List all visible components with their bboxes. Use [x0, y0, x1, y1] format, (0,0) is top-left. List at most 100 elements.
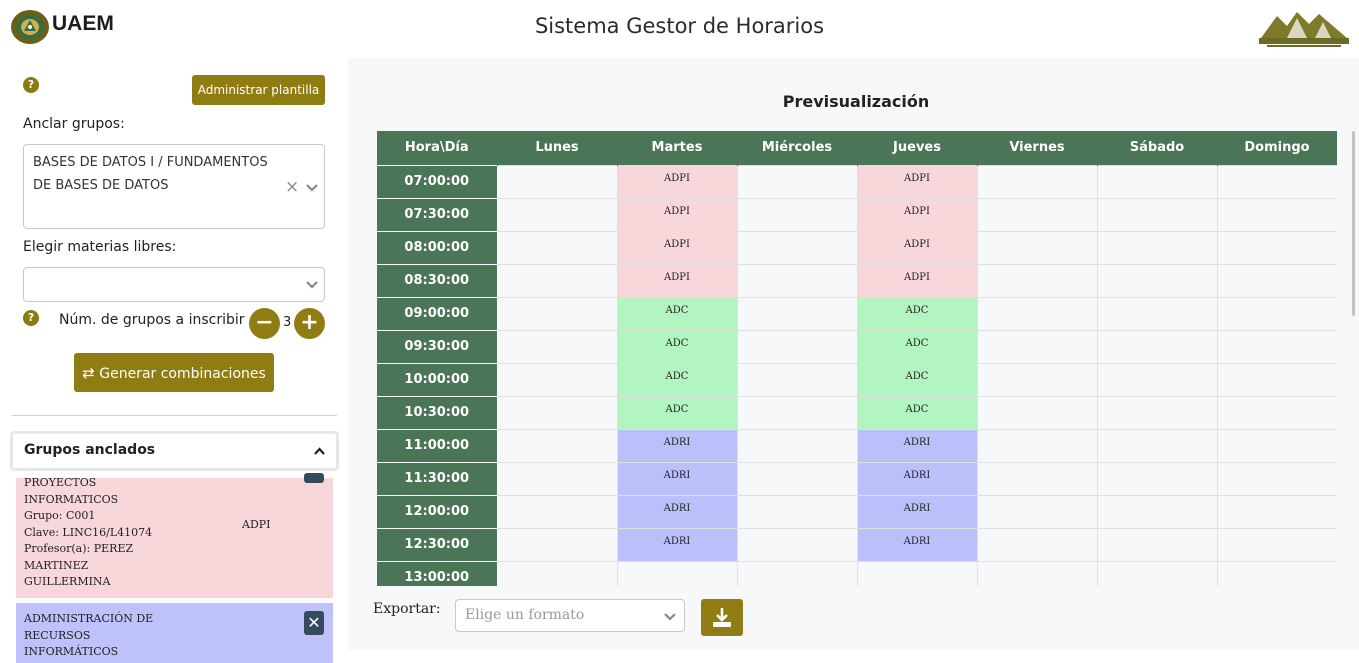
sidebar: ? Administrar plantilla Anclar grupos: B… — [0, 58, 348, 663]
shuffle-icon: ⇄ — [82, 363, 95, 382]
schedule-cell: ADRI — [616, 428, 738, 463]
help-icon[interactable]: ? — [23, 77, 39, 93]
anchor-groups-label: Anclar grupos: — [23, 116, 125, 132]
table-row: 10:00:00 ADC ADC — [377, 362, 1337, 397]
anchored-groups-header[interactable]: Grupos anclados — [10, 431, 339, 471]
anchor-groups-select[interactable]: BASES DE DATOS I / FUNDAMENTOS DE BASES … — [23, 144, 325, 229]
schedule-cell — [976, 164, 1098, 199]
table-row: 11:00:00 ADRI ADRI — [377, 428, 1337, 463]
schedule-cell — [496, 494, 618, 529]
column-header: Miércoles — [737, 131, 858, 165]
schedule-cell — [736, 197, 858, 232]
selected-group-value: BASES DE DATOS I / FUNDAMENTOS DE BASES … — [33, 155, 268, 193]
table-row: 11:30:00 ADRI ADRI — [377, 461, 1337, 496]
schedule-cell — [1216, 428, 1337, 463]
schedule-cell: ADC — [856, 395, 978, 430]
schedule-cell — [1096, 428, 1218, 463]
decrement-button[interactable]: − — [249, 308, 280, 339]
schedule-cell — [1096, 329, 1218, 364]
generate-combinations-button[interactable]: ⇄ Generar combinaciones — [74, 353, 274, 392]
page-title: Sistema Gestor de Horarios — [534, 14, 825, 38]
schedule-cell — [1216, 494, 1337, 529]
table-row: 07:30:00 ADPI ADPI — [377, 197, 1337, 232]
anchored-group-card: PROYECTOS INFORMATICOS Grupo: C001 Clave… — [16, 473, 333, 598]
time-cell: 11:00:00 — [377, 428, 498, 463]
schedule-cell — [496, 296, 618, 331]
export-format-select[interactable]: Elige un formato — [455, 599, 685, 632]
time-cell: 12:00:00 — [377, 494, 498, 529]
schedule-cell — [976, 362, 1098, 397]
chevron-up-icon[interactable] — [313, 445, 326, 458]
schedule-cell — [1216, 197, 1337, 232]
schedule-cell — [1216, 395, 1337, 430]
schedule-cell: ADPI — [616, 230, 738, 265]
clear-icon[interactable]: × — [285, 177, 299, 197]
time-cell: 07:00:00 — [377, 164, 498, 199]
time-cell: 10:00:00 — [377, 362, 498, 397]
schedule-cell — [496, 560, 618, 586]
time-cell: 08:30:00 — [377, 263, 498, 298]
table-scrollbar[interactable] — [1352, 131, 1355, 316]
table-row: 07:00:00 ADPI ADPI — [377, 164, 1337, 199]
schedule-cell — [736, 230, 858, 265]
schedule-cell — [976, 395, 1098, 430]
schedule-cell — [976, 428, 1098, 463]
table-header-row: Hora\Día Lunes Martes Miércoles Jueves V… — [377, 131, 1337, 165]
schedule-cell — [736, 395, 858, 430]
schedule-cell — [1216, 362, 1337, 397]
download-button[interactable] — [701, 599, 743, 636]
schedule-cell: ADC — [856, 296, 978, 331]
schedule-cell — [976, 230, 1098, 265]
time-cell: 10:30:00 — [377, 395, 498, 430]
export-label: Exportar: — [373, 601, 441, 617]
sidebar-divider — [12, 415, 337, 416]
schedule-cell — [496, 527, 618, 562]
schedule-cell — [1096, 164, 1218, 199]
schedule-cell: ADRI — [856, 461, 978, 496]
schedule-cell — [496, 461, 618, 496]
schedule-cell — [1096, 197, 1218, 232]
column-header: Jueves — [857, 131, 978, 165]
chevron-down-icon[interactable] — [305, 278, 319, 292]
schedule-cell — [1216, 230, 1337, 265]
help-icon[interactable]: ? — [23, 310, 39, 326]
increment-button[interactable]: + — [294, 308, 325, 339]
admin-template-button[interactable]: Administrar plantilla — [192, 75, 325, 105]
export-placeholder: Elige un formato — [465, 607, 585, 623]
schedule-table-container[interactable]: Hora\Día Lunes Martes Miércoles Jueves V… — [377, 131, 1337, 586]
schedule-cell: ADRI — [856, 428, 978, 463]
schedule-cell — [1216, 329, 1337, 364]
download-icon — [713, 608, 731, 627]
chevron-down-icon[interactable] — [663, 610, 677, 624]
table-row: 08:00:00 ADPI ADPI — [377, 230, 1337, 265]
table-row: 08:30:00 ADPI ADPI — [377, 263, 1337, 298]
schedule-cell — [736, 560, 858, 586]
time-cell: 11:30:00 — [377, 461, 498, 496]
card-details: ADMINISTRACIÓN DE RECURSOS INFORMÁTICOS — [24, 612, 154, 658]
table-row: 09:00:00 ADC ADC — [377, 296, 1337, 331]
num-groups-value: 3 — [283, 315, 292, 330]
anchored-groups-title: Grupos anclados — [24, 442, 156, 458]
schedule-cell — [856, 560, 978, 586]
close-icon[interactable]: ✕ — [304, 611, 324, 635]
schedule-cell: ADC — [616, 362, 738, 397]
schedule-cell — [496, 230, 618, 265]
schedule-cell — [976, 527, 1098, 562]
free-subjects-select[interactable] — [23, 267, 325, 302]
faculty-logo-icon — [1259, 12, 1349, 47]
schedule-cell — [1216, 461, 1337, 496]
schedule-cell — [976, 329, 1098, 364]
schedule-cell — [736, 527, 858, 562]
table-row: 12:00:00 ADRI ADRI — [377, 494, 1337, 529]
schedule-cell — [1096, 395, 1218, 430]
schedule-cell: ADC — [856, 362, 978, 397]
schedule-cell — [976, 560, 1098, 586]
schedule-cell — [736, 428, 858, 463]
schedule-cell: ADPI — [856, 197, 978, 232]
schedule-cell — [1096, 263, 1218, 298]
card-close-button[interactable] — [304, 473, 324, 483]
column-header: Martes — [617, 131, 738, 165]
time-cell: 08:00:00 — [377, 230, 498, 265]
chevron-down-icon[interactable] — [305, 181, 319, 195]
schedule-cell — [736, 296, 858, 331]
